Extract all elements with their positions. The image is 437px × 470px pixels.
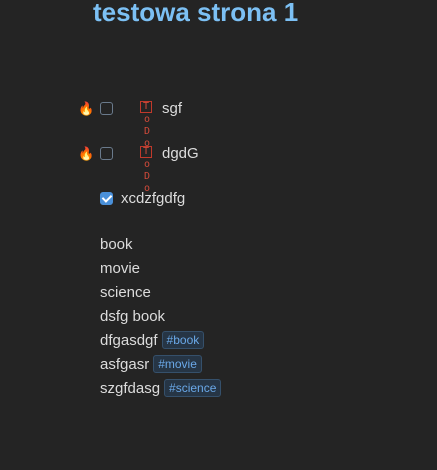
task-row: 🔥 T o D o sgf — [78, 100, 378, 149]
tag-link[interactable]: #science — [164, 379, 222, 397]
fire-icon: 🔥 — [78, 101, 95, 116]
list-item: book — [100, 236, 133, 253]
page-title: testowa strona 1 — [93, 0, 299, 27]
task-text: xcdzfgdfg — [121, 190, 186, 207]
list-item: szgfdasg #science — [100, 377, 222, 401]
task-checkbox[interactable] — [100, 147, 113, 160]
list-item: dfgasdgf #book — [100, 329, 221, 353]
note-list: book movie science dsfg book dfgasdgf #bo… — [100, 233, 222, 401]
task-text: dgdG — [162, 145, 199, 162]
list-item: movie — [100, 260, 141, 277]
tag-link[interactable]: #movie — [153, 355, 202, 373]
todo-marker: T o D o — [140, 101, 154, 150]
task-text: sgf — [162, 100, 183, 117]
task-row: xcdzfgdfg — [78, 190, 378, 212]
list-item: asfgasr #movie — [100, 353, 221, 377]
task-checkbox[interactable] — [100, 102, 113, 115]
tag-link[interactable]: #book — [161, 331, 205, 349]
task-checkbox-checked[interactable] — [100, 192, 113, 205]
fire-icon: 🔥 — [78, 146, 95, 161]
list-item: dsfg book — [100, 308, 166, 325]
task-row: 🔥 T o D o dgdG — [78, 145, 378, 194]
todo-marker: T o D o — [140, 146, 154, 195]
list-item: science — [100, 284, 151, 301]
